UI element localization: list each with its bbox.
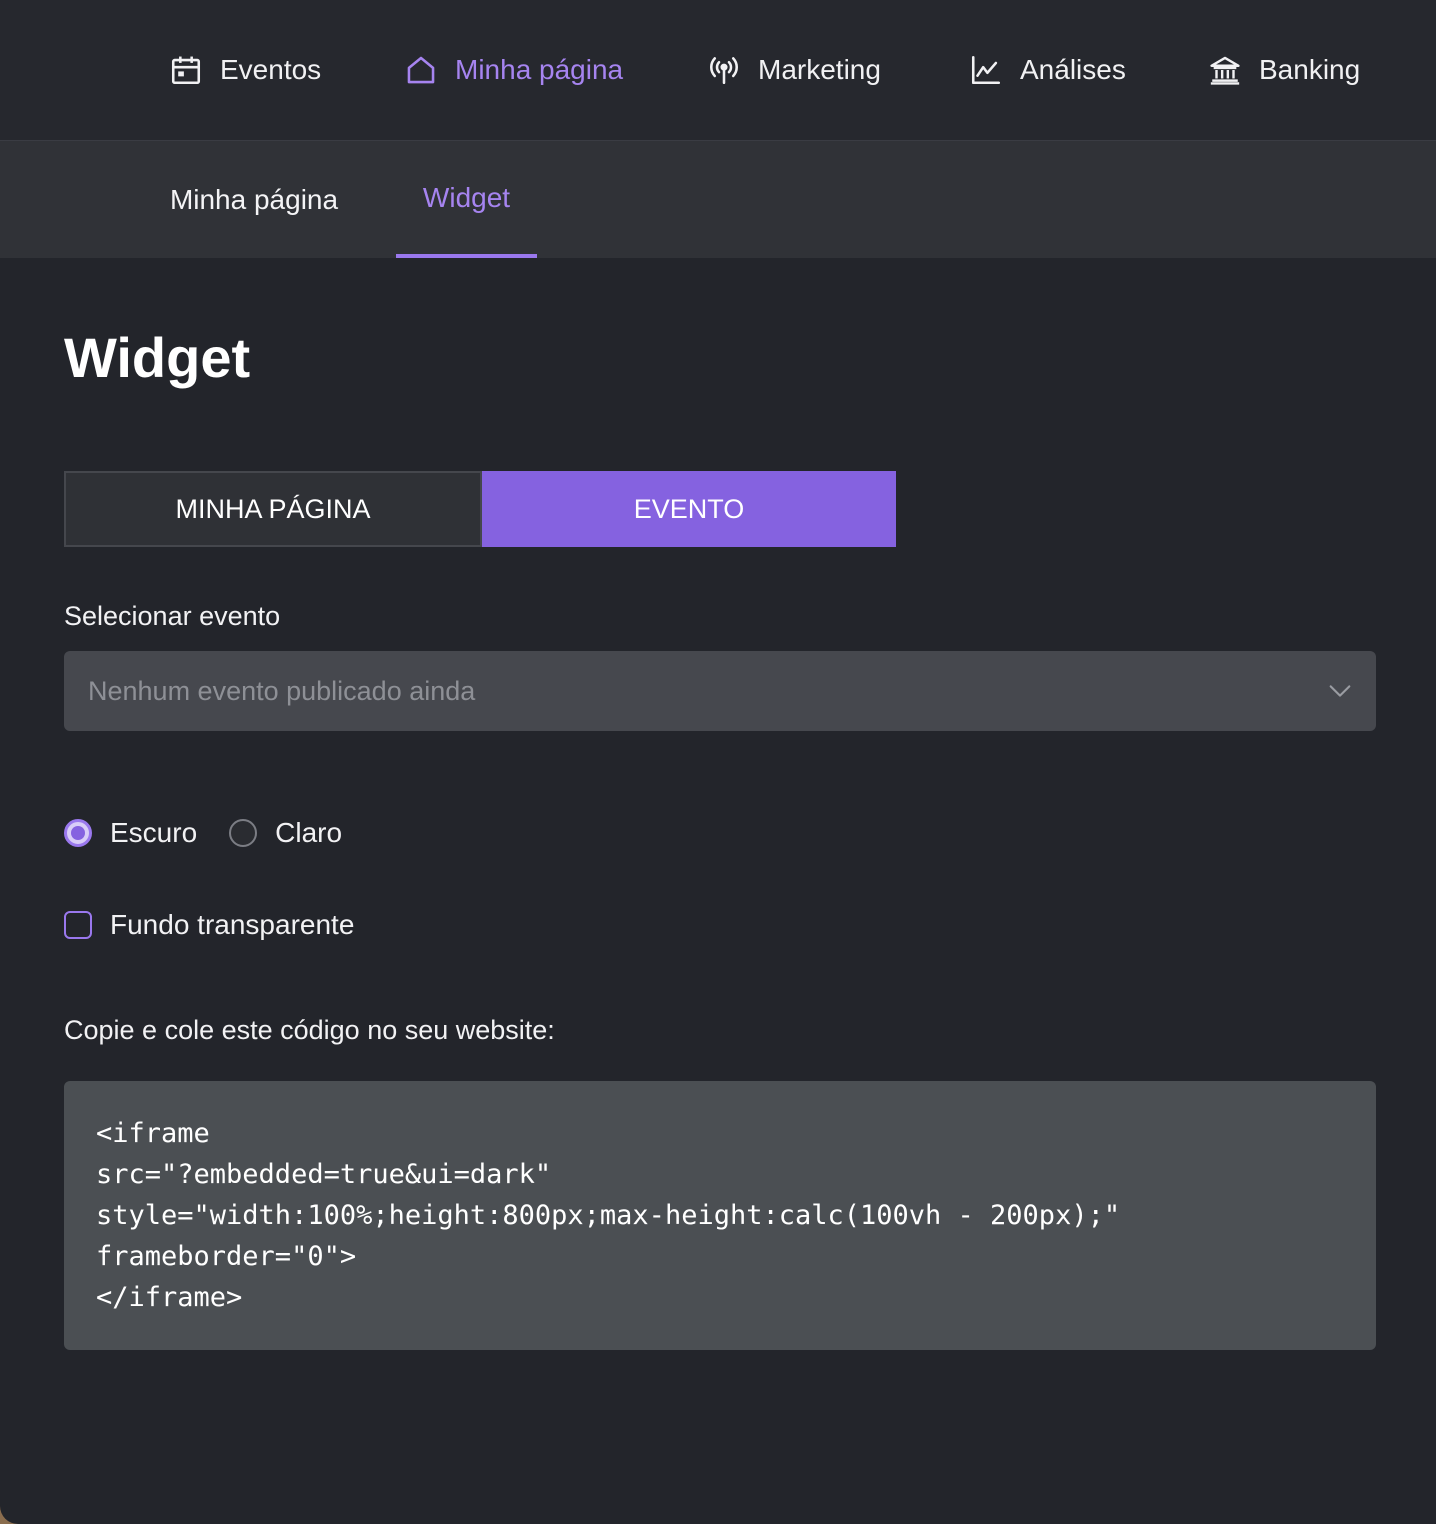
chevron-down-icon xyxy=(1329,685,1351,697)
theme-radio-group: Escuro Claro xyxy=(64,812,374,854)
embed-code-block[interactable]: <iframe src="?embedded=true&ui=dark" sty… xyxy=(64,1081,1376,1350)
calendar-icon xyxy=(168,52,204,88)
radio-dot xyxy=(71,826,85,840)
nav-item-banking[interactable]: Banking xyxy=(1207,48,1360,92)
radio-escuro-label[interactable]: Escuro xyxy=(110,817,197,849)
tab-widget[interactable]: Widget xyxy=(396,141,537,258)
home-icon xyxy=(403,52,439,88)
nav-item-minha-pagina[interactable]: Minha página xyxy=(403,48,623,92)
code-line: frameborder="0"> xyxy=(96,1241,357,1272)
top-navigation: Eventos Minha página Marketing Análises … xyxy=(0,0,1436,141)
nav-item-analises[interactable]: Análises xyxy=(968,48,1126,92)
radio-escuro[interactable] xyxy=(64,819,92,847)
widget-type-toggle: MINHA PÁGINA EVENTO xyxy=(64,471,896,547)
radio-claro-label[interactable]: Claro xyxy=(275,817,342,849)
broadcast-icon xyxy=(706,52,742,88)
nav-label: Análises xyxy=(1020,54,1126,85)
event-select[interactable]: Nenhum evento publicado ainda xyxy=(64,651,1376,731)
nav-label: Marketing xyxy=(758,54,881,85)
page-title: Widget xyxy=(64,326,251,389)
radio-claro[interactable] xyxy=(229,819,258,847)
embed-code-label: Copie e cole este código no seu website: xyxy=(64,1015,555,1045)
code-line: <iframe xyxy=(96,1118,210,1149)
event-select-placeholder: Nenhum evento publicado ainda xyxy=(88,675,476,706)
transparent-background-label[interactable]: Fundo transparente xyxy=(110,909,354,941)
transparent-background-option: Fundo transparente xyxy=(64,904,354,946)
code-line: style="width:100%;height:800px;max-heigh… xyxy=(96,1200,1121,1231)
sub-navigation: Minha página Widget xyxy=(0,141,1436,258)
transparent-background-checkbox[interactable] xyxy=(64,911,92,939)
segment-minha-pagina-button[interactable]: MINHA PÁGINA xyxy=(64,471,482,547)
line-chart-icon xyxy=(968,52,1004,88)
code-line: src="?embedded=true&ui=dark" xyxy=(96,1159,552,1190)
app-window: Eventos Minha página Marketing Análises … xyxy=(0,0,1436,1524)
nav-label: Eventos xyxy=(220,54,322,85)
tab-minha-pagina[interactable]: Minha página xyxy=(150,141,358,258)
select-event-label: Selecionar evento xyxy=(64,601,281,631)
bank-icon xyxy=(1207,52,1243,88)
nav-label: Banking xyxy=(1259,54,1361,85)
nav-item-marketing[interactable]: Marketing xyxy=(706,48,881,92)
nav-item-eventos[interactable]: Eventos xyxy=(168,48,321,92)
code-line: </iframe> xyxy=(96,1282,243,1313)
segment-evento-button[interactable]: EVENTO xyxy=(482,471,896,547)
nav-label: Minha página xyxy=(455,54,624,85)
